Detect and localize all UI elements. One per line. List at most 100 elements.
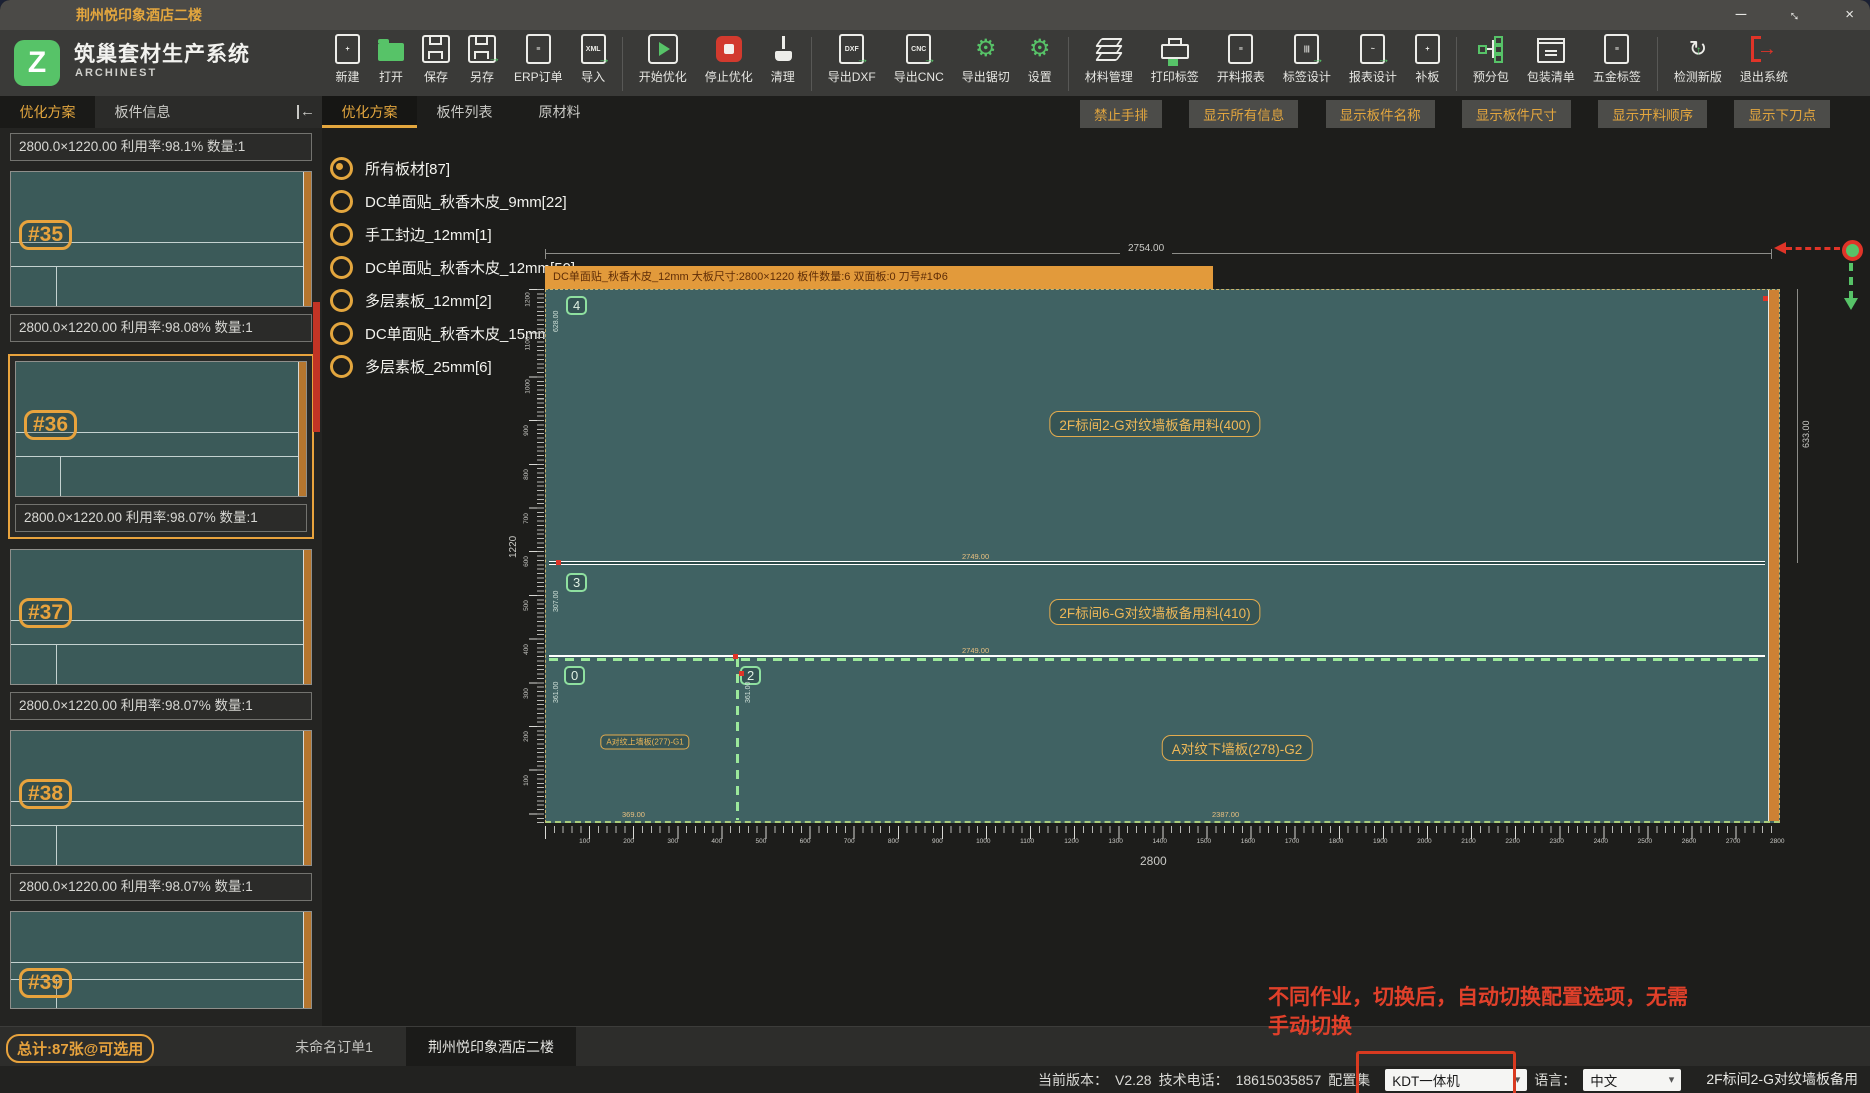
toolbar-separator bbox=[1657, 37, 1658, 91]
board-list-item[interactable]: #38 2800.0×1220.00 利用率:98.07% 数量:1 bbox=[10, 730, 312, 901]
board-info-bar[interactable]: 2800.0×1220.00 利用率:98.1% 数量:1 bbox=[10, 133, 312, 161]
board-info-bar[interactable]: 2800.0×1220.00 利用率:98.08% 数量:1 bbox=[10, 314, 312, 342]
toolbar-button[interactable]: + 补板 bbox=[1406, 33, 1449, 95]
toolbar-button[interactable]: ≡ 开料报表 bbox=[1208, 33, 1274, 95]
exit-system-icon: → bbox=[1751, 33, 1777, 65]
toolbar-button[interactable]: 保存 bbox=[413, 33, 459, 95]
material-filter-option[interactable]: 所有板材[87] bbox=[330, 152, 620, 185]
board-info-bar[interactable]: 2800.0×1220.00 利用率:98.07% 数量:1 bbox=[10, 873, 312, 901]
board-list-item[interactable]: #39 bbox=[10, 911, 312, 1009]
main-tab[interactable]: 原材料 bbox=[512, 96, 607, 128]
part-name-label[interactable]: A对纹上墙板(277)-G1 bbox=[600, 735, 689, 750]
toolbar-button[interactable]: |||→ 标签设计 bbox=[1274, 33, 1340, 95]
toolbar-button-label: 导出DXF bbox=[828, 68, 876, 85]
toolbar-button[interactable]: 停止优化 bbox=[696, 33, 762, 95]
language-dropdown[interactable]: 中文 ▾ bbox=[1583, 1069, 1681, 1091]
board-thumbnail[interactable]: #36 bbox=[15, 361, 307, 497]
view-toggle-button[interactable]: 显示板件名称 bbox=[1326, 100, 1435, 128]
left-panel-tab[interactable]: 板件信息 bbox=[95, 96, 190, 128]
chevron-down-icon: ▾ bbox=[1669, 1073, 1675, 1086]
toolbar-button[interactable]: + 新建 bbox=[326, 33, 369, 95]
toolbar-button[interactable]: 包装清单 bbox=[1518, 33, 1584, 95]
ruler-label: 1800 bbox=[1329, 838, 1343, 845]
toolbar-button[interactable]: ~→ 报表设计 bbox=[1340, 33, 1406, 95]
collapse-panel-button[interactable]: ← bbox=[293, 96, 319, 128]
ruler-label: 200 bbox=[623, 838, 634, 845]
bottom-ruler: 1002003004005006007008009001000110012001… bbox=[545, 826, 1780, 848]
toolbar-button[interactable]: ≡ ERP订单 bbox=[505, 33, 572, 95]
window-controls: ─ ↔ × bbox=[1736, 0, 1854, 30]
order-tab[interactable]: 未命名订单1 bbox=[262, 1027, 406, 1067]
toolbar-button-label: 另存 bbox=[470, 68, 494, 85]
ruler-label: 300 bbox=[523, 688, 530, 699]
report-design-icon: ~→ bbox=[1360, 33, 1385, 65]
annotation-line: 手动切换 bbox=[1268, 1012, 1868, 1041]
toolbar-button[interactable]: ↻↑ 检测新版 bbox=[1665, 33, 1731, 95]
bottom-edge-dimension: 2387.00 bbox=[1212, 810, 1239, 819]
board-list-item[interactable]: 2800.0×1220.00 利用率:98.1% 数量:1 bbox=[10, 133, 312, 161]
app-logo: Z bbox=[14, 40, 60, 86]
view-toggle-button[interactable]: 禁止手排 bbox=[1080, 100, 1162, 128]
toolbar-button[interactable]: ≡ 五金标签 bbox=[1584, 33, 1650, 95]
toolbar-button-label: 打印标签 bbox=[1151, 68, 1199, 85]
thumb-offcut-strip bbox=[303, 731, 311, 865]
annotation-highlight-box bbox=[1356, 1051, 1516, 1093]
sidebar-scrollbar-thumb[interactable] bbox=[313, 302, 320, 432]
save-icon bbox=[422, 33, 450, 65]
toolbar-button[interactable]: XML→ 导入 bbox=[572, 33, 615, 95]
order-tab[interactable]: 荆州悦印象酒店二楼 bbox=[406, 1027, 576, 1067]
ruler-label: 2100 bbox=[1461, 838, 1475, 845]
toolbar-button[interactable]: ⚙ 导出锯切 bbox=[953, 33, 1019, 95]
horizontal-cut-line bbox=[549, 561, 1765, 565]
toolbar-button[interactable]: 材料管理 bbox=[1076, 33, 1142, 95]
toolbar-button[interactable]: DXF→ 导出DXF bbox=[819, 33, 885, 95]
part-name-label[interactable]: 2F标间2-G对纹墙板备用料(400) bbox=[1049, 411, 1260, 437]
annotation-line: 不同作业，切换后，自动切换配置选项，无需 bbox=[1268, 983, 1868, 1012]
view-toggle-button[interactable]: 显示所有信息 bbox=[1189, 100, 1298, 128]
board-info-bar[interactable]: 2800.0×1220.00 利用率:98.07% 数量:1 bbox=[15, 504, 307, 532]
board-list-item[interactable]: #35 2800.0×1220.00 利用率:98.08% 数量:1 bbox=[10, 171, 312, 342]
board-list-item[interactable]: #36 2800.0×1220.00 利用率:98.07% 数量:1 bbox=[8, 354, 314, 539]
toolbar-button[interactable]: 预分包 bbox=[1464, 33, 1518, 95]
board-thumbnail[interactable]: #37 bbox=[10, 549, 312, 685]
toolbar-button[interactable]: ⚙ 设置 bbox=[1019, 33, 1061, 95]
material-filter-label: DC单面贴_秋香木皮_9mm[22] bbox=[365, 191, 567, 212]
app-name: 筑巢套材生产系统 bbox=[74, 38, 250, 68]
board-thumbnail[interactable]: #35 bbox=[10, 171, 312, 307]
minimize-icon[interactable]: ─ bbox=[1736, 0, 1747, 30]
toolbar-button[interactable]: 开始优化 bbox=[630, 33, 696, 95]
toolbar-button[interactable]: CNC→ 导出CNC bbox=[885, 33, 953, 95]
toolbar-button[interactable]: 清理 bbox=[762, 33, 804, 95]
toolbar-button[interactable]: 打开 bbox=[369, 33, 413, 95]
view-toggle-button[interactable]: 显示下刀点 bbox=[1734, 100, 1830, 128]
part-side-dimension: 307.00 bbox=[553, 591, 560, 612]
view-toggle-button[interactable]: 显示板件尺寸 bbox=[1462, 100, 1571, 128]
maximize-icon[interactable]: ↔ bbox=[1780, 0, 1812, 31]
toolbar-button[interactable]: 打印标签 bbox=[1142, 33, 1208, 95]
part-side-dimension: 361.00 bbox=[745, 682, 752, 703]
ruler-label: 500 bbox=[523, 600, 530, 611]
ruler-label: 900 bbox=[523, 425, 530, 436]
radio-icon bbox=[330, 256, 353, 279]
part-name-label[interactable]: A对纹下墙板(278)-G2 bbox=[1162, 735, 1313, 761]
board-thumbnail[interactable]: #38 bbox=[10, 730, 312, 866]
left-panel-tab[interactable]: 优化方案 bbox=[0, 96, 95, 128]
close-icon[interactable]: × bbox=[1845, 0, 1854, 30]
board-list-item[interactable]: #37 2800.0×1220.00 利用率:98.07% 数量:1 bbox=[10, 549, 312, 720]
material-filter-option[interactable]: DC单面贴_秋香木皮_9mm[22] bbox=[330, 185, 620, 218]
toolbar-button[interactable]: → 另存 bbox=[459, 33, 505, 95]
patch-board-icon: + bbox=[1415, 33, 1440, 65]
board-info-bar[interactable]: 2800.0×1220.00 利用率:98.07% 数量:1 bbox=[10, 692, 312, 720]
toolbar-button[interactable]: → 退出系统 bbox=[1731, 33, 1797, 95]
ruler-label: 1500 bbox=[1197, 838, 1211, 845]
board-thumbnail[interactable]: #39 bbox=[10, 911, 312, 1009]
title-bar: 荆州悦印象酒店二楼 ─ ↔ × bbox=[0, 0, 1870, 30]
view-toggle-button[interactable]: 显示开料顺序 bbox=[1598, 100, 1707, 128]
stop-optimize-icon bbox=[716, 33, 742, 65]
main-tab[interactable]: 板件列表 bbox=[417, 96, 512, 128]
part-name-label[interactable]: 2F标间6-G对纹墙板备用料(410) bbox=[1049, 599, 1260, 625]
material-filter-option[interactable]: 手工封边_12mm[1] bbox=[330, 218, 620, 251]
app-window: 荆州悦印象酒店二楼 ─ ↔ × Z 筑巢套材生产系统 ARCHINEST + 新… bbox=[0, 0, 1870, 1093]
toolbar-button-label: 停止优化 bbox=[705, 68, 753, 85]
main-tab[interactable]: 优化方案 bbox=[322, 96, 417, 128]
